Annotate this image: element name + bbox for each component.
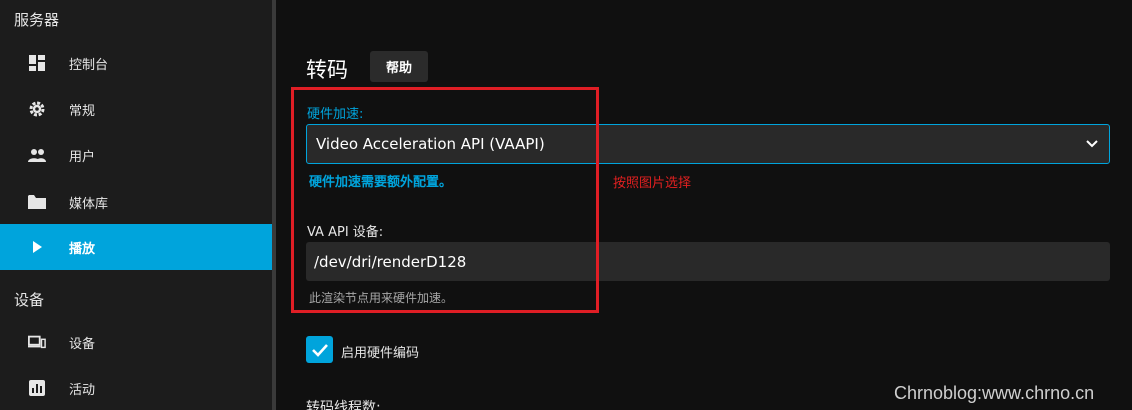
transcode-threads-label: 转码线程数: [306,400,381,410]
sidebar-item-libraries[interactable]: 媒体库 [0,179,272,225]
sidebar-item-label: 控制台 [69,57,109,73]
sidebar-item-dashboard[interactable]: 控制台 [0,40,272,86]
sidebar-item-activity[interactable]: 活动 [0,365,272,410]
sidebar-section-server: 服务器 [14,11,60,29]
sidebar-section-devices: 设备 [14,291,45,309]
sidebar-item-general[interactable]: 常规 [0,86,272,132]
main-content: 转码 帮助 硬件加速: Video Acceleration API (VAAP… [276,0,1132,410]
sidebar-item-label: 活动 [69,382,96,398]
sidebar-item-label: 播放 [69,241,96,257]
activity-chart-icon [28,379,46,397]
folder-icon [28,193,46,211]
hw-encoding-checkbox[interactable] [306,336,333,363]
sidebar-item-devices[interactable]: 设备 [0,319,272,365]
hw-encoding-label: 启用硬件编码 [341,346,420,361]
sidebar: 服务器 控制台 常规 用户 媒体库 播放 设备 设备 活动 [0,0,272,410]
sidebar-item-label: 常规 [69,103,96,119]
sidebar-item-label: 用户 [69,149,96,165]
page-title: 转码 [306,58,348,82]
annotation-highlight-box [291,87,599,313]
people-icon [28,146,46,164]
annotation-text: 按照图片选择 [613,176,692,191]
gear-icon [28,100,46,118]
watermark: Chrnoblog:www.chrno.cn [894,383,1095,403]
sidebar-item-playback[interactable]: 播放 [0,224,272,270]
checkmark-icon [311,343,328,357]
sidebar-item-label: 设备 [69,336,96,352]
dashboard-icon [28,54,46,72]
chevron-down-icon [1085,137,1099,151]
play-icon [28,238,46,256]
help-button[interactable]: 帮助 [370,51,428,82]
devices-icon [28,333,46,351]
sidebar-item-users[interactable]: 用户 [0,132,272,178]
sidebar-item-label: 媒体库 [69,196,109,212]
